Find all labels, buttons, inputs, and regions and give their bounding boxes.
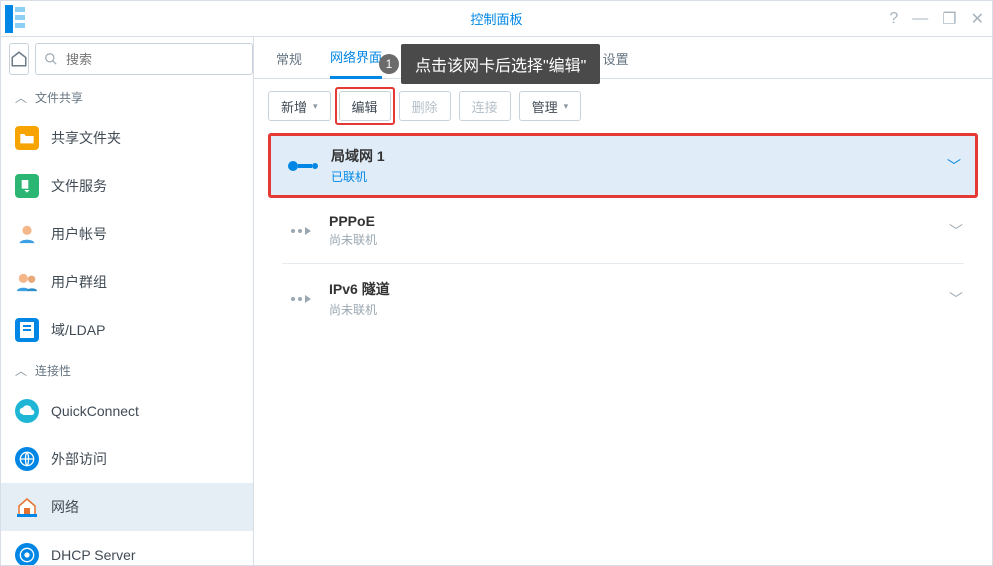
maximize-icon[interactable]: ❐: [942, 9, 956, 29]
interface-name: PPPoE: [329, 213, 949, 229]
disconnected-icon: [283, 295, 319, 303]
sidebar-item-external-access[interactable]: 外部访问: [1, 435, 253, 483]
home-button[interactable]: [9, 43, 29, 75]
sidebar-item-dhcp-server[interactable]: DHCP Server: [1, 531, 253, 565]
button-label: 新增: [281, 97, 307, 116]
folder-icon: [15, 126, 39, 150]
section-file-sharing[interactable]: ︿ 文件共享: [1, 81, 253, 114]
sidebar-item-network[interactable]: 网络: [1, 483, 253, 531]
sidebar-item-quickconnect[interactable]: QuickConnect: [1, 387, 253, 435]
button-label: 连接: [472, 97, 498, 116]
search-input[interactable]: [64, 51, 244, 68]
interface-status: 已联机: [331, 168, 947, 185]
cloud-icon: [15, 399, 39, 423]
edit-button[interactable]: 编辑: [339, 91, 391, 121]
main-panel: 常规 网络界面 流量控制 静态路由 DSM 设置 1 点击该网卡后选择"编辑" …: [254, 37, 992, 565]
button-label: 删除: [412, 97, 438, 116]
sidebar-item-file-services[interactable]: 文件服务: [1, 162, 253, 210]
interface-name: IPv6 隧道: [329, 279, 949, 299]
section-label: 文件共享: [35, 89, 83, 106]
control-panel-window: 控制面板 ? — ❐ ✕ ︿ 文件共享: [0, 0, 993, 566]
interface-status: 尚未联机: [329, 231, 949, 248]
sidebar-item-label: 文件服务: [51, 176, 107, 196]
window-title: 控制面板: [470, 9, 522, 28]
tab-traffic-control[interactable]: 流量控制: [410, 49, 462, 78]
tab-general[interactable]: 常规: [276, 49, 302, 78]
delete-button[interactable]: 删除: [399, 91, 451, 121]
search-row: [1, 37, 253, 81]
chevron-down-icon[interactable]: ﹀: [949, 289, 963, 309]
chevron-up-icon: ︿: [15, 362, 27, 379]
sidebar-item-label: QuickConnect: [51, 403, 139, 419]
interface-list: 局域网 1 已联机 ﹀ PPPoE 尚未联机 ﹀: [254, 133, 992, 329]
sidebar-item-label: 用户群组: [51, 272, 107, 292]
sidebar-item-label: DHCP Server: [51, 547, 136, 563]
sidebar-item-label: 用户帐号: [51, 224, 107, 244]
minimize-icon[interactable]: —: [912, 10, 928, 28]
sidebar: ︿ 文件共享 共享文件夹 文件服务 用户帐号: [1, 37, 254, 565]
sidebar-item-domain-ldap[interactable]: 域/LDAP: [1, 306, 253, 354]
home-icon: [10, 50, 28, 68]
toolbar: 新增 ▾ 编辑 删除 连接 管理 ▾: [254, 79, 992, 133]
caret-down-icon: ▾: [564, 101, 569, 112]
interface-texts: IPv6 隧道 尚未联机: [329, 279, 949, 318]
interface-status: 尚未联机: [329, 301, 949, 318]
section-connectivity[interactable]: ︿ 连接性: [1, 354, 253, 387]
sidebar-item-shared-folder[interactable]: 共享文件夹: [1, 114, 253, 162]
disconnected-icon: [283, 227, 319, 235]
tab-dsm-settings[interactable]: DSM 设置: [570, 49, 629, 78]
sidebar-item-user[interactable]: 用户帐号: [1, 210, 253, 258]
search-icon: [44, 52, 58, 66]
connect-button[interactable]: 连接: [459, 91, 511, 121]
window-controls: ? — ❐ ✕: [889, 1, 984, 37]
interface-texts: 局域网 1 已联机: [331, 146, 947, 185]
sidebar-item-label: 共享文件夹: [51, 128, 121, 148]
sidebar-item-label: 网络: [51, 497, 79, 517]
body: ︿ 文件共享 共享文件夹 文件服务 用户帐号: [1, 37, 992, 565]
divider: [282, 263, 964, 264]
chevron-down-icon[interactable]: ﹀: [947, 156, 961, 176]
sidebar-item-label: 外部访问: [51, 449, 107, 469]
chevron-up-icon: ︿: [15, 89, 27, 106]
interface-row-pppoe[interactable]: PPPoE 尚未联机 ﹀: [268, 202, 978, 259]
titlebar: 控制面板 ? — ❐ ✕: [1, 1, 992, 37]
interface-texts: PPPoE 尚未联机: [329, 213, 949, 248]
help-icon[interactable]: ?: [889, 10, 898, 28]
button-label: 编辑: [352, 97, 378, 116]
globe-icon: [15, 447, 39, 471]
tabs: 常规 网络界面 流量控制 静态路由 DSM 设置: [254, 37, 992, 79]
button-label: 管理: [532, 97, 558, 116]
network-icon: [15, 495, 39, 519]
dhcp-icon: [15, 543, 39, 565]
tab-static-route[interactable]: 静态路由: [490, 49, 542, 78]
manage-button[interactable]: 管理 ▾: [519, 91, 582, 121]
chevron-down-icon[interactable]: ﹀: [949, 221, 963, 241]
ldap-icon: [15, 318, 39, 342]
sidebar-item-label: 域/LDAP: [51, 320, 105, 340]
interface-name: 局域网 1: [331, 146, 947, 166]
interface-row-lan1[interactable]: 局域网 1 已联机 ﹀: [268, 133, 978, 198]
file-services-icon: [15, 174, 39, 198]
add-button[interactable]: 新增 ▾: [268, 91, 331, 121]
group-icon: [15, 270, 39, 294]
app-icon: [5, 5, 25, 33]
interface-row-ipv6-tunnel[interactable]: IPv6 隧道 尚未联机 ﹀: [268, 268, 978, 329]
search-box[interactable]: [35, 43, 253, 75]
caret-down-icon: ▾: [313, 101, 318, 112]
section-label: 连接性: [35, 362, 71, 379]
user-icon: [15, 222, 39, 246]
connected-icon: [285, 161, 321, 171]
tab-network-interface[interactable]: 网络界面: [330, 47, 382, 79]
sidebar-item-group[interactable]: 用户群组: [1, 258, 253, 306]
close-icon[interactable]: ✕: [971, 9, 984, 29]
